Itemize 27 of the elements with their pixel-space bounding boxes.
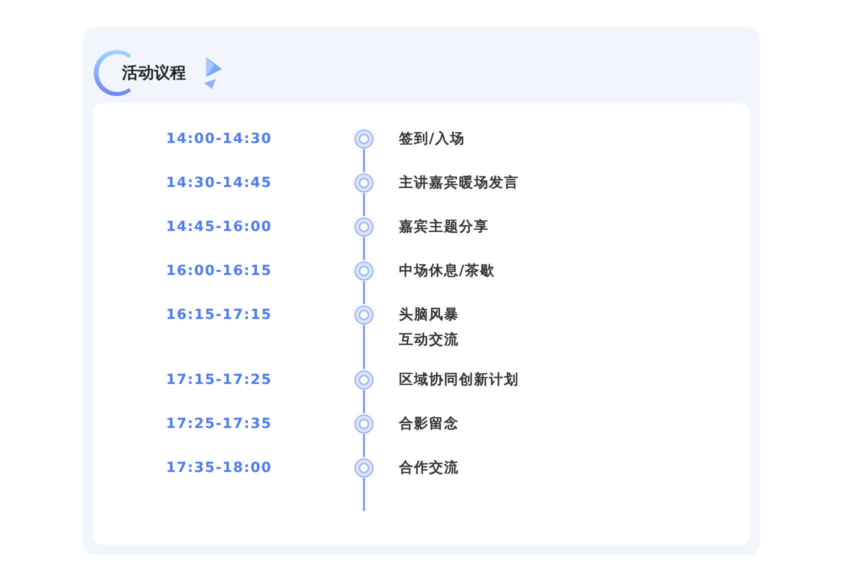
agenda-item: 嘉宾主题分享 bbox=[399, 218, 489, 237]
timeline-node-icon bbox=[354, 414, 374, 434]
timeline-node-icon bbox=[354, 217, 374, 237]
time-range: 14:30-14:45 bbox=[166, 174, 273, 193]
time-range: 16:15-17:15 bbox=[166, 306, 273, 325]
timeline-node-icon bbox=[354, 370, 374, 390]
time-range: 16:00-16:15 bbox=[166, 262, 273, 281]
triangle-icon bbox=[202, 57, 222, 89]
timeline-node-icon bbox=[354, 261, 374, 281]
agenda-item: 合作交流 bbox=[399, 458, 459, 478]
timeline-node-icon bbox=[354, 458, 374, 478]
agenda-item: 中场休息/茶歇 bbox=[399, 262, 496, 281]
time-range: 17:15-17:25 bbox=[166, 371, 273, 390]
agenda-item: 签到/入场 bbox=[399, 130, 466, 149]
agenda-item: 互动交流 bbox=[399, 330, 459, 350]
section-title: 活动议程 bbox=[122, 62, 186, 84]
time-range: 17:35-18:00 bbox=[166, 459, 273, 478]
agenda-item: 头脑风暴 bbox=[399, 306, 459, 325]
time-range: 17:25-17:35 bbox=[166, 415, 273, 434]
agenda-item: 主讲嘉宾暖场发言 bbox=[399, 174, 519, 193]
timeline-node-icon bbox=[354, 129, 374, 149]
timeline-node-icon bbox=[354, 305, 374, 325]
time-range: 14:45-16:00 bbox=[166, 218, 273, 237]
agenda-item: 区域协同创新计划 bbox=[399, 370, 519, 390]
agenda-item: 合影留念 bbox=[399, 415, 459, 434]
timeline-node-icon bbox=[354, 173, 374, 193]
time-range: 14:00-14:30 bbox=[166, 130, 273, 149]
